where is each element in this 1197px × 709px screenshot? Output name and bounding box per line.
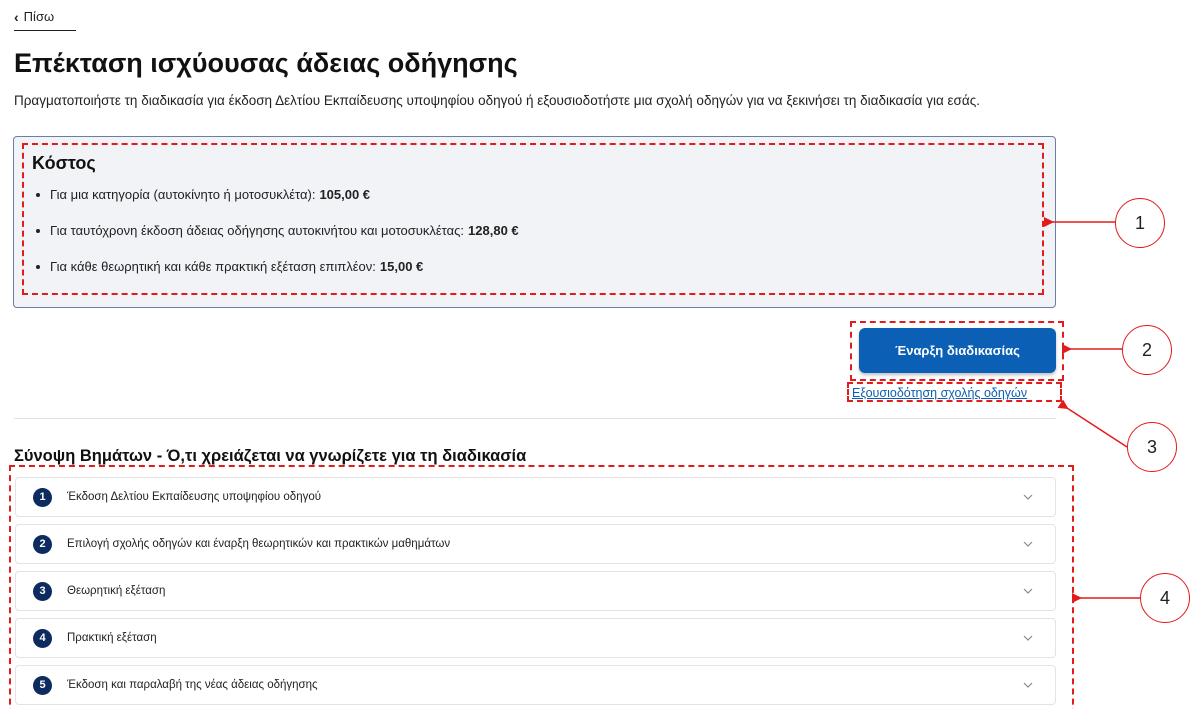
steps-title: Σύνοψη Βημάτων - Ό,τι χρειάζεται να γνωρ…	[14, 447, 527, 465]
annotation-box-authorize-link	[847, 382, 1062, 402]
page-intro: Πραγματοποιήστε τη διαδικασία για έκδοση…	[14, 93, 980, 108]
chevron-left-icon: ‹	[14, 8, 19, 25]
annotation-box-cost	[22, 143, 1044, 295]
section-divider	[14, 418, 1056, 419]
back-link[interactable]: ‹ Πίσω	[14, 9, 76, 31]
page-title: Επέκταση ισχύουσας άδειας οδήγησης	[14, 48, 518, 78]
annotation-callout-1: 1	[1115, 198, 1165, 248]
annotation-callout-2: 2	[1122, 325, 1172, 375]
back-link-label: Πίσω	[23, 9, 55, 24]
annotation-callout-4: 4	[1140, 573, 1190, 623]
annotation-box-steps	[9, 465, 1074, 709]
annotation-box-start-button	[850, 321, 1064, 381]
annotation-arrow-3	[1057, 399, 1128, 448]
annotation-callout-3: 3	[1127, 422, 1177, 472]
